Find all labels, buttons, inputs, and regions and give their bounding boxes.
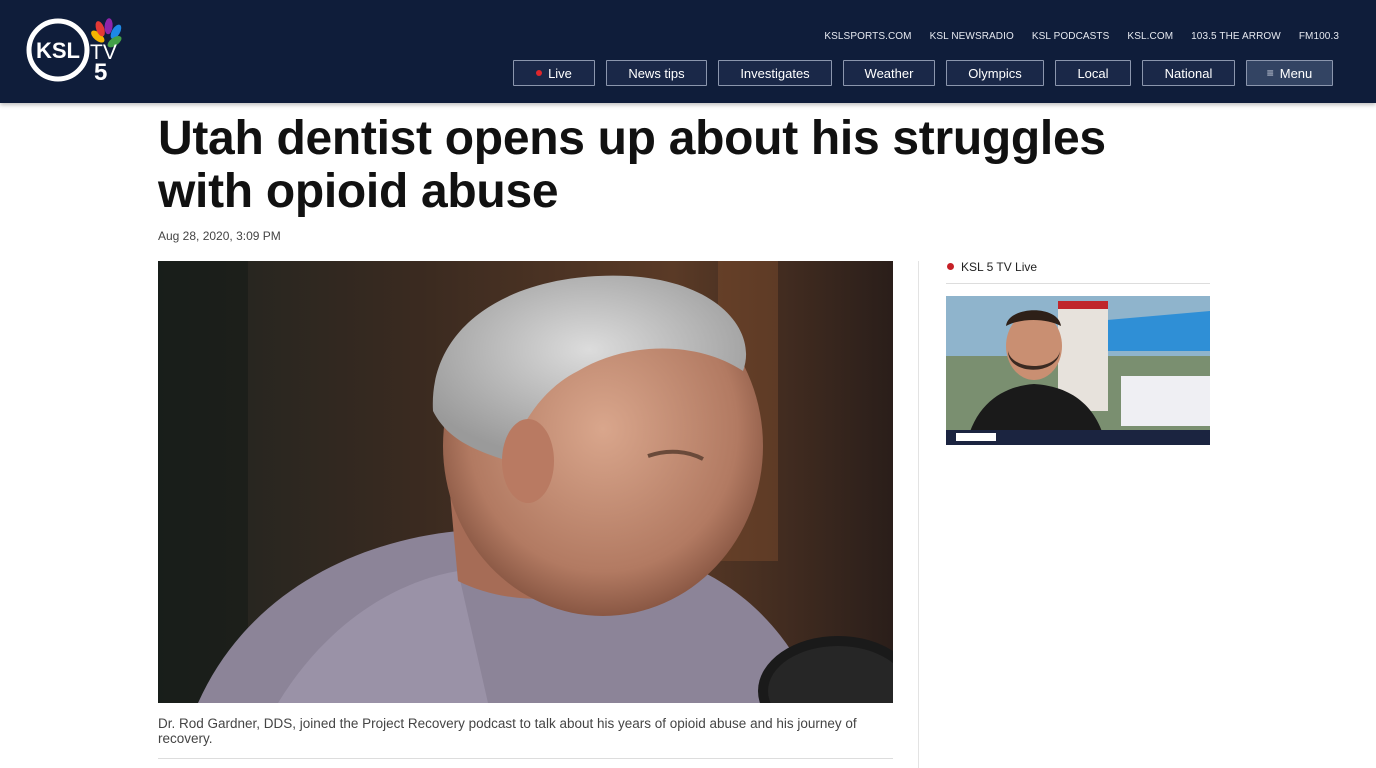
olympics-button[interactable]: Olympics <box>946 60 1044 86</box>
link-kslsports[interactable]: KSLSPORTS.COM <box>824 31 911 42</box>
link-fm100[interactable]: FM100.3 <box>1299 31 1339 42</box>
hero-image[interactable] <box>158 261 893 703</box>
news-tips-label: News tips <box>628 65 685 81</box>
main-nav: Live News tips Investigates Weather Olym… <box>513 60 1333 86</box>
sidebar-divider <box>918 261 919 768</box>
investigates-label: Investigates <box>740 65 810 81</box>
site-header: KSL TV 5 KSLSPORTS.COM KSL NEWSRADIO KSL… <box>0 0 1376 103</box>
logo-ksl-text: KSL <box>36 38 80 63</box>
menu-button[interactable]: ≡ Menu <box>1246 60 1333 86</box>
article-date: Aug 28, 2020, 3:09 PM <box>158 229 281 243</box>
live-label: Live <box>548 65 572 81</box>
news-tips-button[interactable]: News tips <box>606 60 707 86</box>
live-dot-icon <box>947 263 954 270</box>
national-label: National <box>1164 65 1213 81</box>
live-dot-icon <box>536 70 543 76</box>
logo-5-text: 5 <box>94 59 107 85</box>
menu-label: Menu <box>1279 65 1313 81</box>
live-video-thumbnail[interactable] <box>946 296 1210 445</box>
weather-label: Weather <box>864 65 914 81</box>
investigates-button[interactable]: Investigates <box>718 60 832 86</box>
national-button[interactable]: National <box>1142 60 1235 86</box>
local-button[interactable]: Local <box>1055 60 1131 86</box>
weather-button[interactable]: Weather <box>843 60 935 86</box>
hamburger-icon: ≡ <box>1266 66 1274 80</box>
olympics-label: Olympics <box>968 65 1022 81</box>
local-label: Local <box>1077 65 1109 81</box>
link-ksl-newsradio[interactable]: KSL NEWSRADIO <box>930 31 1014 42</box>
image-caption: Dr. Rod Gardner, DDS, joined the Project… <box>158 716 893 759</box>
link-ksl-podcasts[interactable]: KSL PODCASTS <box>1032 31 1110 42</box>
sidebar-live-header[interactable]: KSL 5 TV Live <box>946 260 1210 284</box>
link-ksl-com[interactable]: KSL.COM <box>1127 31 1173 42</box>
live-button[interactable]: Live <box>513 60 595 86</box>
article-title: Utah dentist opens up about his struggle… <box>158 112 1106 218</box>
top-links: KSLSPORTS.COM KSL NEWSRADIO KSL PODCASTS… <box>824 31 1339 42</box>
link-the-arrow[interactable]: 103.5 THE ARROW <box>1191 31 1281 42</box>
ksl-tv-logo[interactable]: KSL TV 5 <box>26 17 126 85</box>
sidebar-live-label: KSL 5 TV Live <box>961 260 1038 274</box>
